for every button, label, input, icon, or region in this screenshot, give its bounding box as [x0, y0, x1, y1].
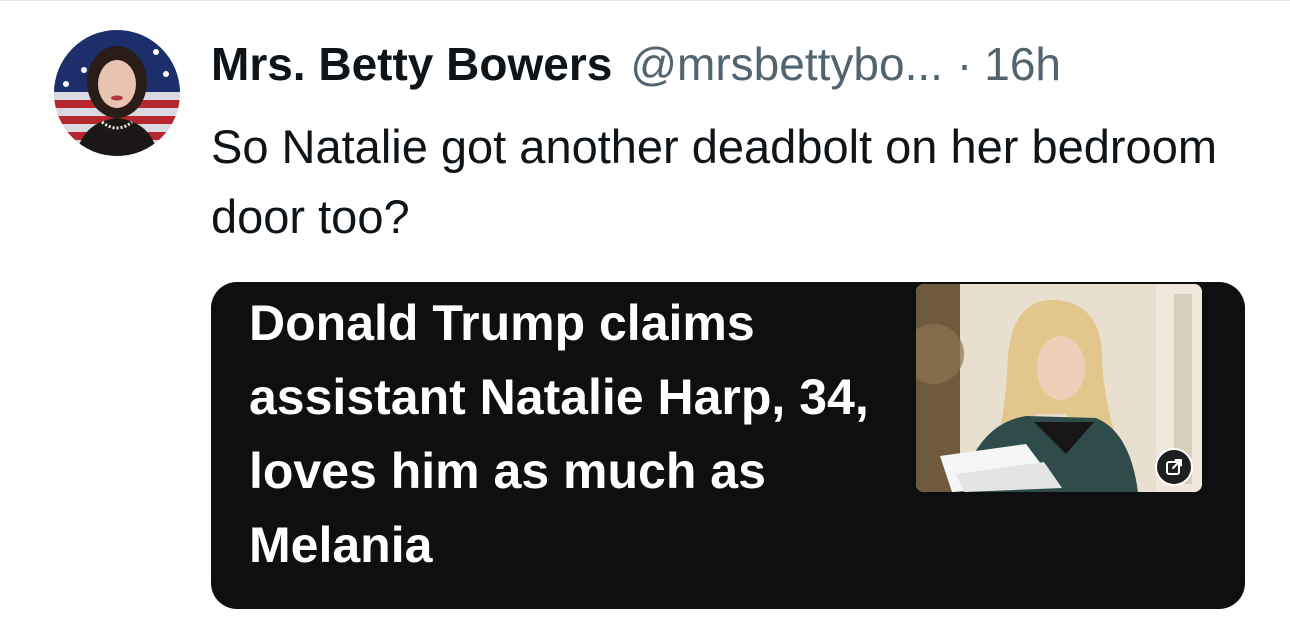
external-link-icon[interactable]	[1155, 448, 1193, 486]
tweet-header: Mrs. Betty Bowers @mrsbettybo... · 16h	[211, 34, 1061, 94]
tweet-text: So Natalie got another deadbolt on her b…	[211, 120, 1217, 243]
avatar[interactable]	[54, 30, 180, 156]
external-link-glyph	[1166, 459, 1182, 475]
link-card[interactable]: Donald Trump claims assistant Natalie Ha…	[211, 282, 1245, 609]
author-display-name[interactable]: Mrs. Betty Bowers	[211, 34, 612, 94]
author-handle[interactable]: @mrsbettybo...	[630, 34, 943, 94]
tweet-timestamp[interactable]: 16h	[984, 34, 1061, 94]
profile-avatar-image	[54, 30, 180, 156]
separator-dot: ·	[956, 38, 973, 90]
link-card-headline: Donald Trump claims assistant Natalie Ha…	[249, 295, 869, 573]
top-divider	[0, 0, 1290, 1]
